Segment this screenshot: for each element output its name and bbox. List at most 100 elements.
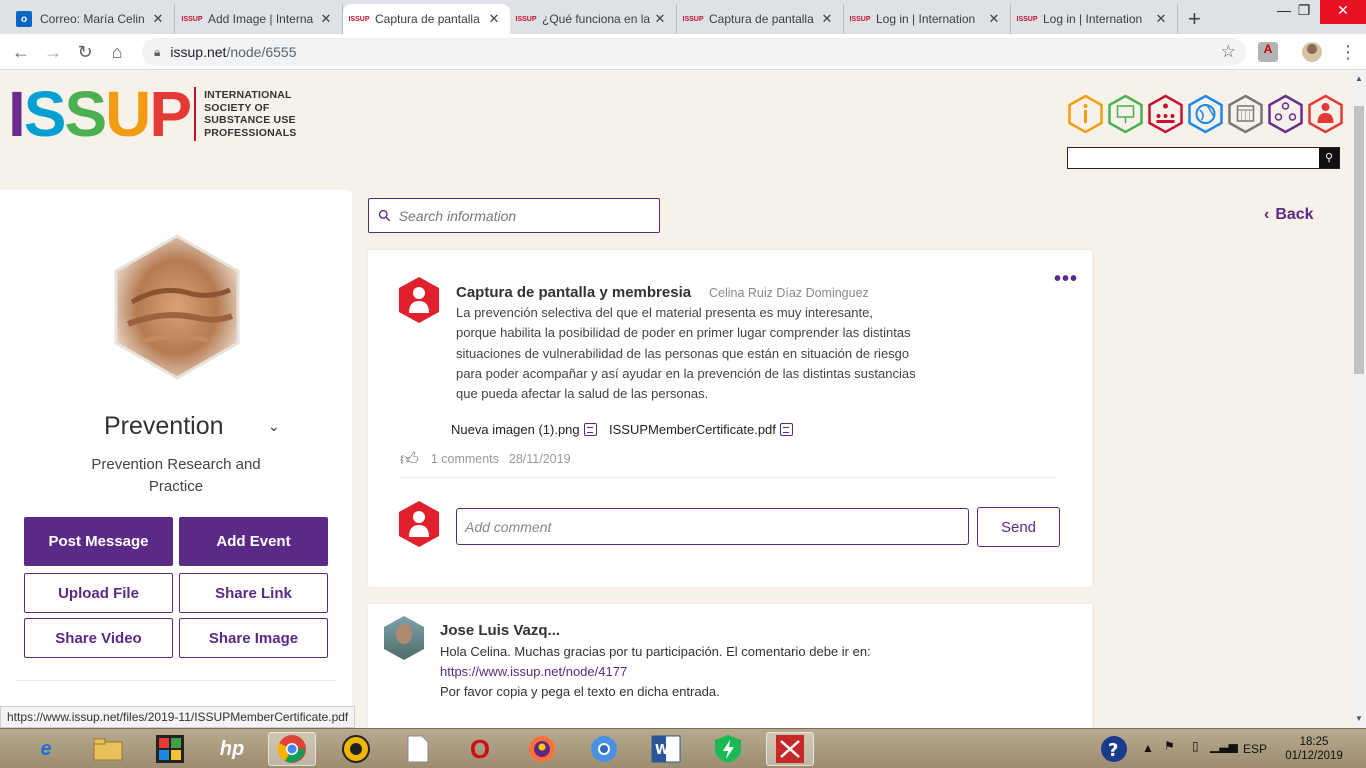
app-grid-icon[interactable] [146,732,194,766]
flag-icon[interactable]: ⚑ [1164,739,1175,753]
signal-icon[interactable]: ▁▃▅ [1210,739,1238,753]
post-body: La prevención selectiva del que el mater… [456,305,916,402]
media-player-icon[interactable] [332,732,380,766]
tray-expand-icon[interactable]: ▲ [1142,741,1154,755]
tab-close-icon[interactable]: ✕ [1153,11,1169,27]
send-button[interactable]: Send [977,507,1060,547]
reply-link[interactable]: https://www.issup.net/node/4177 [440,662,871,682]
profile-avatar-icon[interactable] [1302,42,1322,62]
globe-icon[interactable] [1187,94,1224,134]
window-close-icon[interactable]: ✕ [1320,0,1366,24]
restore-icon[interactable]: ❐ [1284,0,1324,24]
issup-logo[interactable]: ISSUP INTERNATIONAL SOCIETY OF SUBSTANCE… [8,82,297,146]
search-icon[interactable]: ⚲ [1319,148,1339,168]
scroll-down-icon[interactable]: ▼ [1354,714,1364,723]
search-information-input[interactable]: ⚲ Search information [368,198,660,233]
post-meta: 👍︎ 1 comments 28/11/2019 [400,448,571,470]
word-icon[interactable]: W [642,732,690,766]
tab-login-2[interactable]: ISSUP Log in | Internation ✕ [1011,4,1178,34]
info-icon[interactable] [1067,94,1104,134]
network-icon[interactable] [1147,94,1184,134]
tab-close-icon[interactable]: ✕ [318,11,334,27]
people-icon[interactable] [1267,94,1304,134]
post-title[interactable]: Captura de pantalla y membresia [456,284,691,301]
thumbs-up-icon[interactable]: 👍︎ [400,448,419,470]
group-sidebar: Prevention ⌄ Prevention Research and Pra… [0,190,352,728]
home-icon[interactable]: ⌂ [106,41,128,63]
opera-icon[interactable]: O [456,732,504,766]
group-subtitle: Prevention Research and Practice [91,456,261,495]
security-shield-icon[interactable] [704,732,752,766]
scroll-up-icon[interactable]: ▲ [1354,74,1364,83]
windows-taskbar: e hp O W ? ▲ ⚑ ▯ ▁▃▅ ESP 18:25 01/12/201… [0,728,1366,768]
tab-correo[interactable]: o Correo: María Celin ✕ [8,4,175,34]
post-date: 28/11/2019 [508,452,571,466]
share-video-button[interactable]: Share Video [24,618,173,658]
chrome-canary-icon[interactable] [580,732,628,766]
avatar[interactable] [384,616,424,660]
more-options-icon[interactable]: ••• [1054,268,1078,291]
post-message-button[interactable]: Post Message [24,517,173,566]
attachment-link[interactable]: Nueva imagen (1).png [451,422,597,437]
system-clock[interactable]: 18:25 01/12/2019 [1282,735,1346,763]
scrollbar-thumb[interactable] [1354,106,1364,374]
forward-arrow-icon[interactable]: → [42,41,64,63]
tab-close-icon[interactable]: ✕ [486,11,502,27]
tab-close-icon[interactable]: ✕ [986,11,1002,27]
page-scrollbar[interactable]: ▲ ▼ [1352,70,1366,728]
chrome-icon[interactable] [268,732,316,766]
language-indicator[interactable]: ESP [1243,742,1267,756]
help-icon[interactable]: ? [1090,732,1138,766]
reload-icon[interactable]: ↻ [74,41,96,63]
tab-login-1[interactable]: ISSUP Log in | Internation ✕ [844,4,1011,34]
sidebar-divider [16,680,336,681]
tab-que-funciona[interactable]: ISSUP ¿Qué funciona en la ✕ [510,4,677,34]
upload-file-button[interactable]: Upload File [24,573,173,613]
calendar-icon[interactable] [1227,94,1264,134]
card-divider [400,477,1058,478]
battery-icon[interactable]: ▯ [1192,739,1199,753]
chevron-down-icon[interactable]: ⌄ [268,418,280,435]
browser-menu-icon[interactable]: ⋮ [1338,42,1358,62]
issup-icon: ISSUP [181,15,203,23]
reply-author[interactable]: Jose Luis Vazq... [440,622,560,639]
back-arrow-icon[interactable]: ← [10,41,32,63]
reply-body: Hola Celina. Muchas gracias por tu parti… [440,644,871,699]
comments-count[interactable]: 1 comments [431,452,499,466]
presentation-icon[interactable] [1107,94,1144,134]
firefox-icon[interactable] [518,732,566,766]
tab-add-image[interactable]: ISSUP Add Image | Interna ✕ [176,4,343,34]
profile-icon[interactable] [1307,94,1344,134]
browser-tab-strip: o Correo: María Celin ✕ ISSUP Add Image … [0,0,1366,34]
tab-close-icon[interactable]: ✕ [819,11,835,27]
tab-captura-active[interactable]: ISSUP Captura de pantalla ✕ [343,4,510,34]
share-image-button[interactable]: Share Image [179,618,328,658]
tab-close-icon[interactable]: ✕ [652,11,668,27]
post-author[interactable]: Celina Ruiz Díaz Dominguez [709,286,869,300]
pdf-reader-icon[interactable] [766,732,814,766]
commenter-avatar-icon [399,501,439,547]
document-icon[interactable] [394,732,442,766]
internet-explorer-icon[interactable]: e [22,732,70,766]
new-tab-icon[interactable]: + [1188,6,1201,32]
hp-icon[interactable]: hp [208,732,256,766]
share-link-button[interactable]: Share Link [179,573,328,613]
issup-icon: ISSUP [348,15,370,23]
attachment-link[interactable]: ISSUPMemberCertificate.pdf [609,422,793,437]
pdf-extension-icon[interactable]: A [1258,42,1278,62]
reply-card: Jose Luis Vazq... Hola Celina. Muchas gr… [368,604,1092,728]
back-link[interactable]: ‹ Back [1264,206,1314,224]
issup-icon: ISSUP [1016,15,1038,23]
add-comment-input[interactable]: Add comment [456,508,969,545]
tab-close-icon[interactable]: ✕ [150,11,166,27]
address-bar[interactable]: 🔒︎ issup.net/node/6555 ☆ [142,38,1246,66]
author-avatar-icon [399,277,439,323]
tab-captura[interactable]: ISSUP Captura de pantalla ✕ [677,4,844,34]
add-event-button[interactable]: Add Event [179,517,328,566]
bookmark-star-icon[interactable]: ☆ [1221,42,1236,62]
site-search-input[interactable]: ⚲ [1067,147,1340,169]
svg-text:W: W [655,743,669,758]
browser-toolbar: ← → ↻ ⌂ 🔒︎ issup.net/node/6555 ☆ A ⋮ [0,34,1366,70]
issup-icon: ISSUP [682,15,704,23]
file-explorer-icon[interactable] [84,732,132,766]
